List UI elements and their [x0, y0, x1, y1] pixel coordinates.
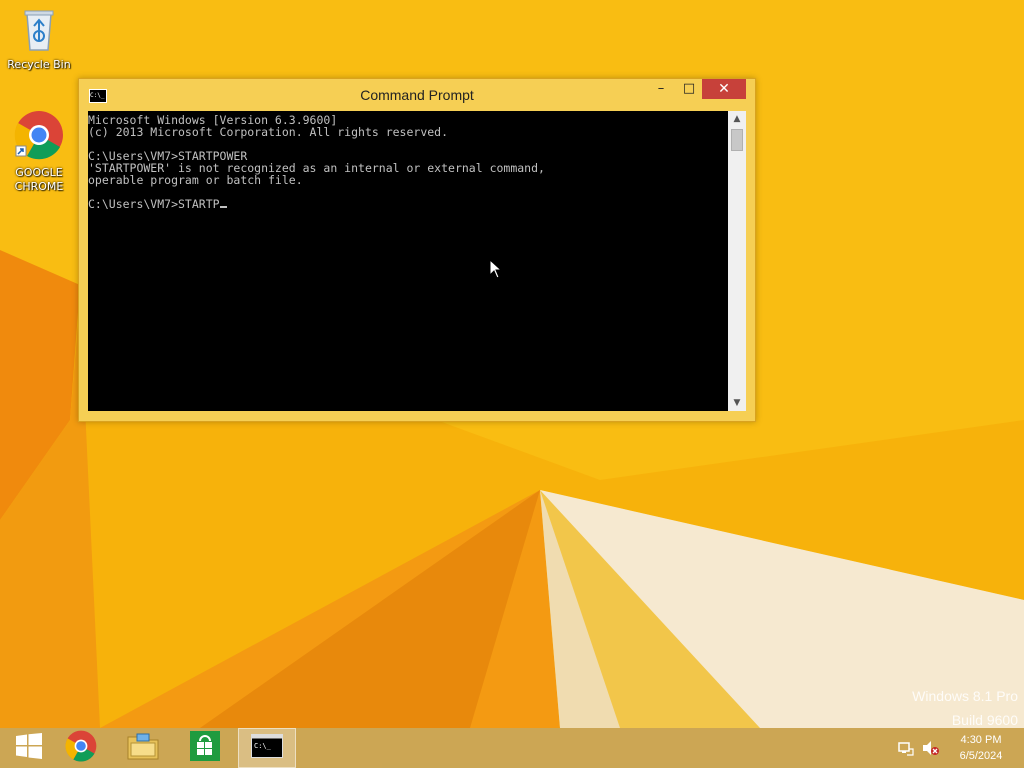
clock-time: 4:30 PM — [960, 734, 1002, 746]
scroll-down-icon[interactable]: ▼ — [728, 395, 746, 411]
taskbar: C:\_ 4:30 PM 6/5/2024 — [0, 728, 1024, 768]
close-button[interactable]: ✕ — [702, 79, 746, 99]
scroll-up-icon[interactable]: ▲ — [728, 111, 746, 127]
console-text: Microsoft Windows [Version 6.3.9600] (c)… — [88, 113, 545, 211]
watermark-edition: Windows 8.1 Pro — [912, 688, 1018, 704]
scroll-thumb[interactable] — [731, 129, 743, 151]
text-cursor — [219, 206, 227, 208]
windows-start-icon — [16, 733, 42, 763]
vertical-scrollbar[interactable]: ▲ ▼ — [728, 111, 746, 411]
network-icon[interactable] — [898, 740, 914, 760]
svg-text:C:\_: C:\_ — [254, 742, 272, 750]
cmd-icon: C:\_ — [251, 734, 283, 762]
windows-watermark: Windows 8.1 Pro Build 9600 — [912, 684, 1018, 732]
desktop-icon-recycle-bin[interactable]: Recycle Bin — [1, 6, 77, 72]
desktop-icon-label: GOOGLE CHROME — [14, 166, 64, 193]
console-output[interactable]: Microsoft Windows [Version 6.3.9600] (c)… — [88, 111, 728, 411]
taskbar-store[interactable] — [176, 728, 234, 768]
mouse-pointer-icon — [489, 258, 503, 283]
recycle-bin-icon — [1, 6, 77, 56]
maximize-button[interactable]: □ — [676, 79, 702, 99]
taskbar-command-prompt[interactable]: C:\_ — [238, 728, 296, 768]
window-titlebar[interactable]: C:\_ Command Prompt – □ ✕ — [79, 79, 755, 111]
system-clock[interactable]: 4:30 PM 6/5/2024 — [944, 732, 1018, 764]
speaker-muted-icon[interactable] — [922, 740, 940, 760]
desktop-icon-chrome[interactable]: GOOGLE CHROME — [1, 110, 77, 194]
command-prompt-window[interactable]: C:\_ Command Prompt – □ ✕ Microsoft Wind… — [78, 78, 756, 422]
chrome-icon — [65, 730, 97, 766]
folder-icon — [127, 732, 159, 764]
taskbar-file-explorer[interactable] — [114, 728, 172, 768]
minimize-button[interactable]: – — [648, 79, 674, 99]
start-button[interactable] — [0, 728, 58, 768]
desktop-icon-label: Recycle Bin — [7, 58, 71, 71]
clock-date: 6/5/2024 — [959, 750, 1003, 762]
store-icon — [190, 731, 220, 765]
chrome-icon — [1, 110, 77, 164]
taskbar-chrome[interactable] — [52, 728, 110, 768]
